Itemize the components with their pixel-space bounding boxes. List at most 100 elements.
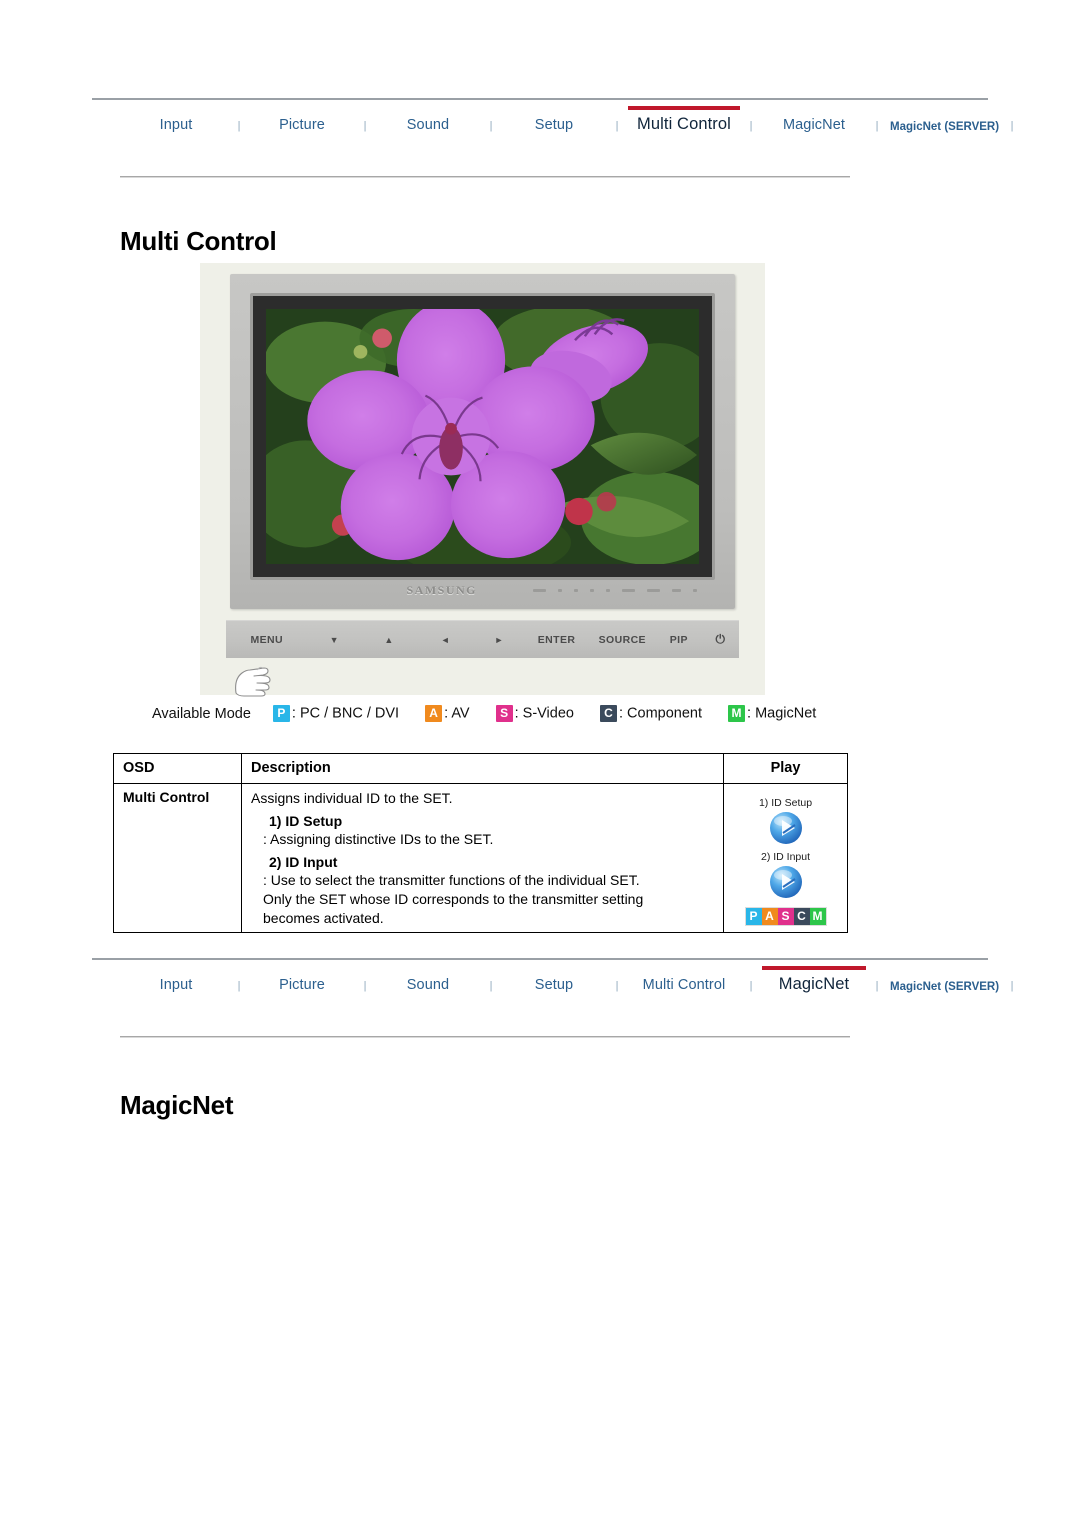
mode-chip-m-icon: M [728,705,746,722]
monitor-screen-image [266,309,699,564]
description-intro: Assigns individual ID to the SET. [251,790,453,806]
description-item2-body-line2: Only the SET whose ID corresponds to the… [263,891,644,908]
key-mark-power [693,589,697,592]
nav2-item-input[interactable]: Input [124,977,228,999]
description-item1-body: : Assigning distinctive IDs to the SET. [263,831,494,848]
button-down[interactable]: ▼ [307,635,361,645]
mode-chip-c-icon: C [599,705,617,722]
samsung-logo: SAMSUNG [406,583,478,597]
cell-osd-name: Multi Control [113,782,242,934]
description-item2-body-line1: : Use to select the transmitter function… [263,872,640,889]
key-mark-enter [622,589,635,592]
nav-item-sound[interactable]: Sound [376,117,480,139]
nav2-item-picture[interactable]: Picture [250,977,354,999]
button-left[interactable]: ◄ [417,635,474,645]
osd-table: OSD Description Play Multi Control Assig… [113,753,848,934]
nav2-item-magicnet[interactable]: MagicNet [762,966,866,999]
button-enter[interactable]: ENTER [524,634,589,646]
play-button-id-setup-icon[interactable] [769,811,803,845]
play-label-id-input: 2) ID Input [760,851,811,863]
button-right[interactable]: ► [474,635,524,645]
button-menu[interactable]: MENU [226,634,307,646]
nav2-item-magicnet-server[interactable]: MagicNet (SERVER) [888,981,1001,999]
bottom-navbar: Input | Picture | Sound | Setup | Multi … [92,958,1013,999]
mode-pc-bnc-dvi: P: PC / BNC / DVI [272,705,400,722]
active-tab-indicator [628,106,740,110]
nav-item-picture[interactable]: Picture [250,117,354,139]
table-header-row: OSD Description Play [113,753,848,784]
pascm-badge-c: C [793,908,810,925]
nav2-item-multi-control[interactable]: Multi Control [628,977,740,999]
nav2-item-setup[interactable]: Setup [502,977,606,999]
nav-item-setup[interactable]: Setup [502,117,606,139]
top-navigation: Input | Picture | Sound | Setup | Multi … [0,98,1080,138]
monitor-front-keys [533,589,697,592]
nav-separator: | [749,120,753,132]
nav-separator: | [237,120,241,132]
monitor-control-bar: MENU ▼ ▲ ◄ ► ENTER SOURCE PIP ⏻ [226,620,739,658]
pascm-badge-s: S [777,908,794,925]
top-navbar: Input | Picture | Sound | Setup | Multi … [92,98,1013,139]
nav-separator: | [237,980,241,992]
nav-item-multi-control[interactable]: Multi Control [628,106,740,139]
mode-chip-s-icon: S [495,705,513,722]
cell-play: 1) ID Setup 2) ID Input P A S C M [723,782,848,934]
nav-separator: | [363,120,367,132]
table-row: Multi Control Assigns individual ID to t… [113,782,848,934]
description-item2-title: 2) ID Input [269,853,338,870]
key-mark-source [647,589,660,592]
nav-separator: | [875,120,879,132]
nav2-item-sound[interactable]: Sound [376,977,480,999]
mode-av-text: : AV [444,705,470,722]
description-item2-body-line3: becomes activated. [263,909,384,926]
mode-pc-bnc-dvi-text: : PC / BNC / DVI [291,705,400,722]
pascm-badge-a: A [761,908,778,925]
key-mark-down [558,589,562,592]
column-header-play: Play [723,753,848,784]
key-mark-up [574,589,578,592]
nav-item-magicnet[interactable]: MagicNet [762,117,866,139]
hand-cursor-icon [230,661,274,701]
nav-separator: | [615,980,619,992]
mode-component-text: : Component [618,705,703,722]
button-power[interactable]: ⏻ [702,632,739,647]
divider-rule [120,176,850,178]
page-title-magicnet: MagicNet [120,1090,234,1120]
nav2-item-label: MagicNet [778,975,850,993]
mode-magicnet: M: MagicNet [728,705,816,722]
nav-separator: | [749,980,753,992]
available-mode-row: Available Mode P: PC / BNC / DVI A: AV S… [152,705,816,722]
pascm-badge-m: M [809,908,826,925]
bottom-navigation: Input | Picture | Sound | Setup | Multi … [0,958,1080,998]
mode-s-video: S: S-Video [495,705,574,722]
active-tab-indicator [762,966,866,970]
pascm-badge: P A S C M [744,907,827,926]
nav-separator: | [615,120,619,132]
nav-item-input[interactable]: Input [124,117,228,139]
monitor-figure: SAMSUNG MENU ▼ ▲ ◄ ► ENTER SOURCE PIP ⏻ [200,263,765,697]
nav-separator: | [489,120,493,132]
monitor-bezel [250,293,715,580]
key-mark-menu [533,589,546,592]
page-title-multi-control: Multi Control [120,226,277,256]
mode-av: A: AV [425,705,470,722]
column-header-description: Description [241,753,724,784]
monitor-body: SAMSUNG [230,274,735,609]
button-up[interactable]: ▲ [361,635,417,645]
nav-item-magicnet-server[interactable]: MagicNet (SERVER) [888,121,1001,139]
play-label-id-setup: 1) ID Setup [758,797,813,809]
play-button-id-input-icon[interactable] [769,865,803,899]
mode-s-video-text: : S-Video [514,705,574,722]
mode-chip-a-icon: A [425,705,443,722]
nav-separator: | [875,980,879,992]
button-source[interactable]: SOURCE [589,634,656,646]
button-pip[interactable]: PIP [656,634,702,646]
available-mode-label: Available Mode [152,705,251,722]
nav-separator: | [1010,980,1014,992]
mode-magicnet-text: : MagicNet [747,705,817,722]
cell-description: Assigns individual ID to the SET. 1) ID … [241,782,724,934]
column-header-osd: OSD [113,753,242,784]
mode-chip-p-icon: P [272,705,290,722]
nav-separator: | [1010,120,1014,132]
mode-component: C: Component [599,705,703,722]
